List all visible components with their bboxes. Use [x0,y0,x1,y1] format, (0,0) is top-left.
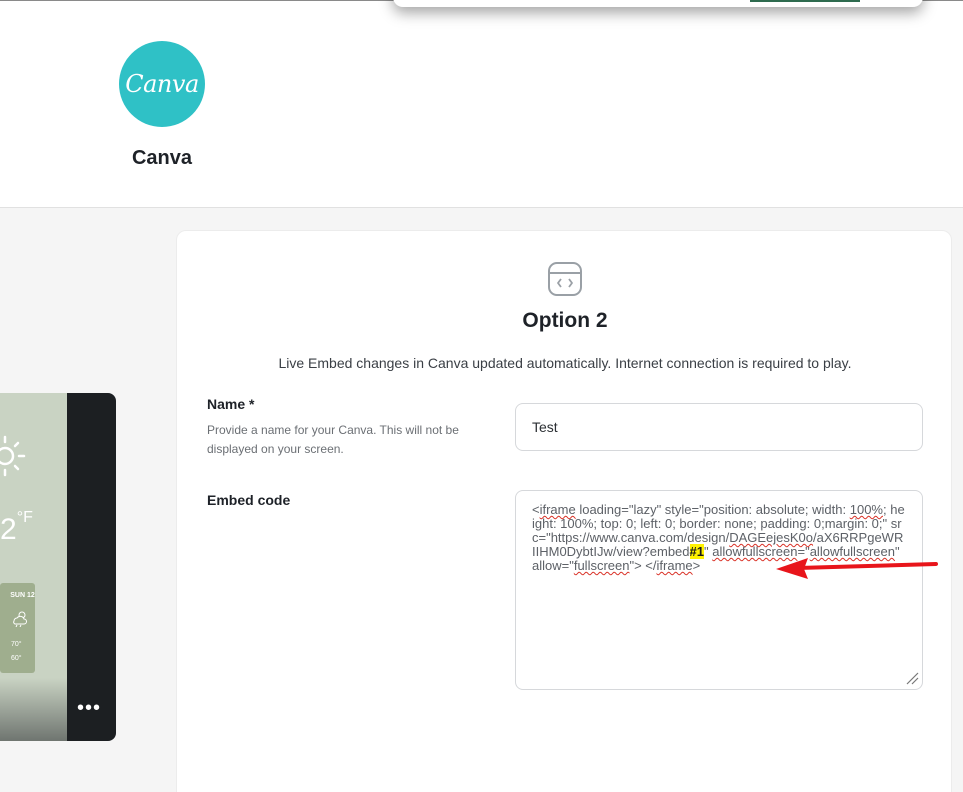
code-segment: /view?embed [612,544,690,559]
overlay-accent-line [750,0,860,2]
name-input[interactable] [515,403,923,451]
code-segment: iframe [539,502,576,517]
option-title: Option 2 [522,309,608,332]
app-name: Canva [131,147,193,169]
code-segment: iframe [656,558,693,573]
code-segment: DAGEejesK0o [729,530,814,545]
forecast-low: 60° [11,655,22,662]
resize-handle-icon[interactable] [905,671,919,685]
logo-text: Canva [125,70,199,98]
code-segment: < [532,502,540,517]
canva-logo: Canva [119,41,205,127]
code-segment: "> </ [629,558,657,573]
overlay-panel-edge [393,0,923,7]
sun-icon [0,435,26,477]
temperature-unit: °F [16,509,33,526]
design-preview[interactable]: 2°F SUN 12 70° 60° ••• [0,393,116,741]
code-segment: " [703,544,713,559]
embed-code-icon [548,262,582,296]
code-segment: fullscreen [573,558,630,573]
name-label: Name * [207,396,255,412]
code-segment: loading="lazy" style="position: absolute… [575,502,850,517]
temperature: 2°F [0,509,33,547]
highlighted-embed-hash: #1 [689,544,704,559]
partly-cloudy-rain-icon [13,611,27,627]
more-options-button[interactable]: ••• [74,698,104,722]
header: Canva Canva [0,0,963,208]
forecast-day: SUN 12 [10,592,35,599]
embed-option-card: Option 2 Live Embed changes in Canva upd… [176,230,952,792]
embed-code-textarea[interactable]: <iframe loading="lazy" style="position: … [515,490,923,690]
forecast-high: 70° [11,641,22,648]
annotation-arrow-icon [776,558,938,579]
forecast-card: SUN 12 70° 60° [0,583,35,673]
embed-code-label: Embed code [207,492,291,508]
code-segment: 100% [849,502,883,517]
name-help-text: Provide a name for your Canva. This will… [207,423,459,456]
temperature-value: 2 [0,513,17,546]
code-segment: > [692,558,701,573]
option-description: Live Embed changes in Canva updated auto… [278,355,852,371]
preview-fade [0,678,67,741]
